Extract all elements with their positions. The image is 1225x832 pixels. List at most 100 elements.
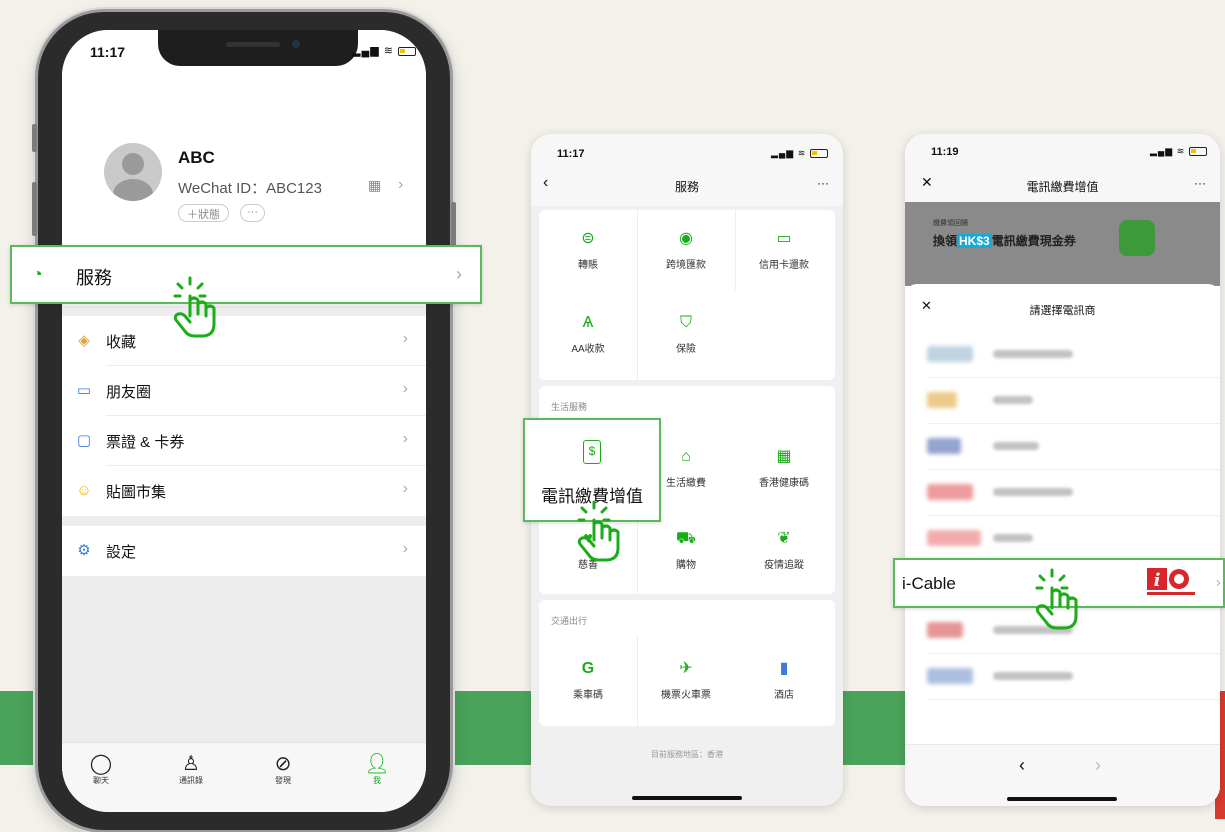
grid-label: 香港健康碼	[759, 478, 809, 489]
menu-group-settings: ⚙ 設定 ›	[62, 526, 426, 576]
profile-chevron-icon[interactable]: ›	[398, 176, 403, 194]
menu-item-cards[interactable]: ▢ 票證 & 卡券 ›	[62, 416, 426, 466]
status-button[interactable]: ＋狀態	[178, 204, 229, 222]
more-button[interactable]: ···	[1194, 176, 1206, 190]
menu-label: 收藏	[106, 334, 137, 351]
service-icon: ◔	[32, 264, 43, 284]
grid-item-remittance[interactable]: ◉ 跨境匯款	[637, 228, 735, 271]
moments-icon: ▭	[76, 382, 92, 399]
hotel-icon: ▮	[779, 660, 789, 677]
banner-text: 換領 HK$3 電訊繳費現金券	[933, 232, 1076, 249]
icable-logo-icon: i	[1147, 568, 1195, 598]
tab-chat[interactable]: ◯ 聊天	[76, 753, 126, 786]
carrier-name: i-Cable	[902, 574, 956, 593]
chevron-right-icon: ›	[456, 264, 462, 284]
grid-item-credit-card[interactable]: ▭ 信用卡還款	[735, 228, 833, 271]
tap-hand-icon	[1030, 568, 1086, 632]
promo-banner[interactable]: 繳費領回饋 換領 HK$3 電訊繳費現金券	[905, 202, 1220, 286]
nav-back-icon[interactable]: ‹	[1019, 755, 1025, 776]
menu-item-stickers[interactable]: ☺ 貼圖市集 ›	[62, 466, 426, 516]
wallet-icon	[1119, 220, 1155, 256]
highlight-service-row[interactable]: ◔ 服務 ›	[10, 245, 482, 304]
cards-icon: ▢	[76, 432, 92, 449]
home-indicator	[632, 796, 742, 800]
qr-code-icon[interactable]: ▦	[368, 177, 381, 194]
sticker-icon: ☺	[76, 482, 92, 499]
status-icons: ▂▄▆ ≋	[352, 44, 417, 57]
grid-label: 機票火車票	[661, 690, 711, 701]
contacts-icon: ♙	[182, 753, 200, 775]
grid-item-tickets[interactable]: ✈ 機票火車票	[637, 658, 735, 701]
status-time: 11:17	[557, 148, 585, 160]
more-status-button[interactable]: ···	[240, 204, 265, 222]
phone-me-screen: 11:17 ▂▄▆ ≋ ABC WeChat ID：ABC123 ▦ › ＋狀態…	[32, 12, 456, 830]
carrier-row[interactable]	[905, 470, 1220, 516]
carrier-row[interactable]	[905, 332, 1220, 378]
favorites-icon: ◈	[78, 332, 90, 349]
page-title: 電訊繳費增值	[1026, 180, 1099, 194]
lungs-icon: ❦	[777, 530, 791, 547]
avatar[interactable]	[104, 143, 162, 201]
discover-icon: ⊘	[274, 753, 292, 775]
banner-amount: HK$3	[957, 234, 992, 248]
section-title: 交通出行	[551, 616, 588, 626]
battery-icon	[809, 149, 828, 159]
banner-caption: 繳費領回饋	[933, 220, 968, 227]
carrier-row[interactable]	[905, 516, 1220, 562]
settings-icon: ⚙	[77, 542, 91, 559]
service-region: 目前服務地區：香港	[651, 750, 723, 759]
shield-icon: ⛉	[679, 314, 692, 331]
page-title: 服務	[674, 180, 699, 194]
nav-forward-icon[interactable]: ›	[1095, 755, 1101, 776]
grid-label: 轉賬	[578, 260, 598, 271]
tab-me[interactable]: 👤︎ 我	[352, 753, 402, 786]
grid-label: AA收款	[571, 344, 605, 355]
section-title: 生活服務	[551, 402, 588, 412]
carrier-row[interactable]	[905, 378, 1220, 424]
grid-label: 疫情追蹤	[764, 560, 804, 571]
cart-icon: ⛟	[675, 530, 697, 547]
browser-nav-bar: ‹ ›	[905, 744, 1220, 806]
grid-item-insurance[interactable]: ⛉ 保險	[637, 312, 735, 355]
grid-item-aa-payment[interactable]: Ѧ AA收款	[539, 312, 637, 355]
menu-label: 朋友圈	[106, 384, 152, 401]
grid-item-hotel[interactable]: ▮ 酒店	[735, 658, 833, 701]
menu-label: 票證 & 卡券	[106, 434, 185, 451]
grid-item-ride-code[interactable]: G 乘車碼	[539, 658, 637, 701]
me-icon: 👤︎	[364, 753, 390, 775]
tab-discover[interactable]: ⊘ 發現	[258, 753, 308, 786]
tab-label: 我	[373, 776, 381, 785]
carrier-row[interactable]	[905, 424, 1220, 470]
chevron-right-icon: ›	[402, 380, 408, 397]
credit-card-icon: ▭	[776, 230, 792, 247]
banner-prefix: 換領	[933, 234, 958, 248]
ride-code-icon: G	[581, 660, 595, 677]
grid-label: 跨境匯款	[666, 260, 706, 271]
phone-carrier-screen: 11:19 ▂▄▆ ≋ ✕ 電訊繳費增值 ··· 繳費領回饋 換領 HK$3 電訊繳…	[905, 134, 1220, 806]
tab-contacts[interactable]: ♙ 通訊錄	[166, 753, 216, 786]
menu-group-main: ◈ 收藏 › ▭ 朋友圈 › ▢ 票證 & 卡券 › ☺ 貼圖市集 ›	[62, 316, 426, 516]
chevron-right-icon: ›	[402, 430, 408, 447]
tap-hand-icon	[168, 276, 224, 340]
carrier-row[interactable]	[905, 654, 1220, 700]
chat-icon: ◯	[89, 753, 113, 775]
grid-item-health-code[interactable]: ▦ 香港健康碼	[735, 446, 833, 489]
tab-label: 發現	[275, 776, 291, 785]
menu-item-favorites[interactable]: ◈ 收藏 ›	[62, 316, 426, 366]
grid-item-transfer[interactable]: ⊜ 轉賬	[539, 228, 637, 271]
menu-item-moments[interactable]: ▭ 朋友圈 ›	[62, 366, 426, 416]
banner-suffix: 電訊繳費現金券	[991, 234, 1076, 248]
header	[531, 134, 843, 206]
phone-dollar-icon: $	[583, 440, 601, 464]
more-button[interactable]: ···	[817, 176, 829, 190]
chevron-right-icon: ›	[402, 330, 408, 347]
menu-item-settings[interactable]: ⚙ 設定 ›	[62, 526, 426, 576]
tab-label: 聊天	[93, 776, 109, 785]
grid-item-covid-tracking[interactable]: ❦ 疫情追蹤	[735, 528, 833, 571]
menu-label: 貼圖市集	[106, 484, 167, 501]
notch	[158, 30, 358, 66]
finance-card: ⊜ 轉賬 ◉ 跨境匯款 ▭ 信用卡還款 Ѧ AA收款 ⛉ 保險	[539, 210, 835, 380]
user-name: ABC	[178, 148, 215, 167]
grid-item-shopping[interactable]: ⛟ 購物	[637, 528, 735, 571]
grid-label: 信用卡還款	[759, 260, 809, 271]
